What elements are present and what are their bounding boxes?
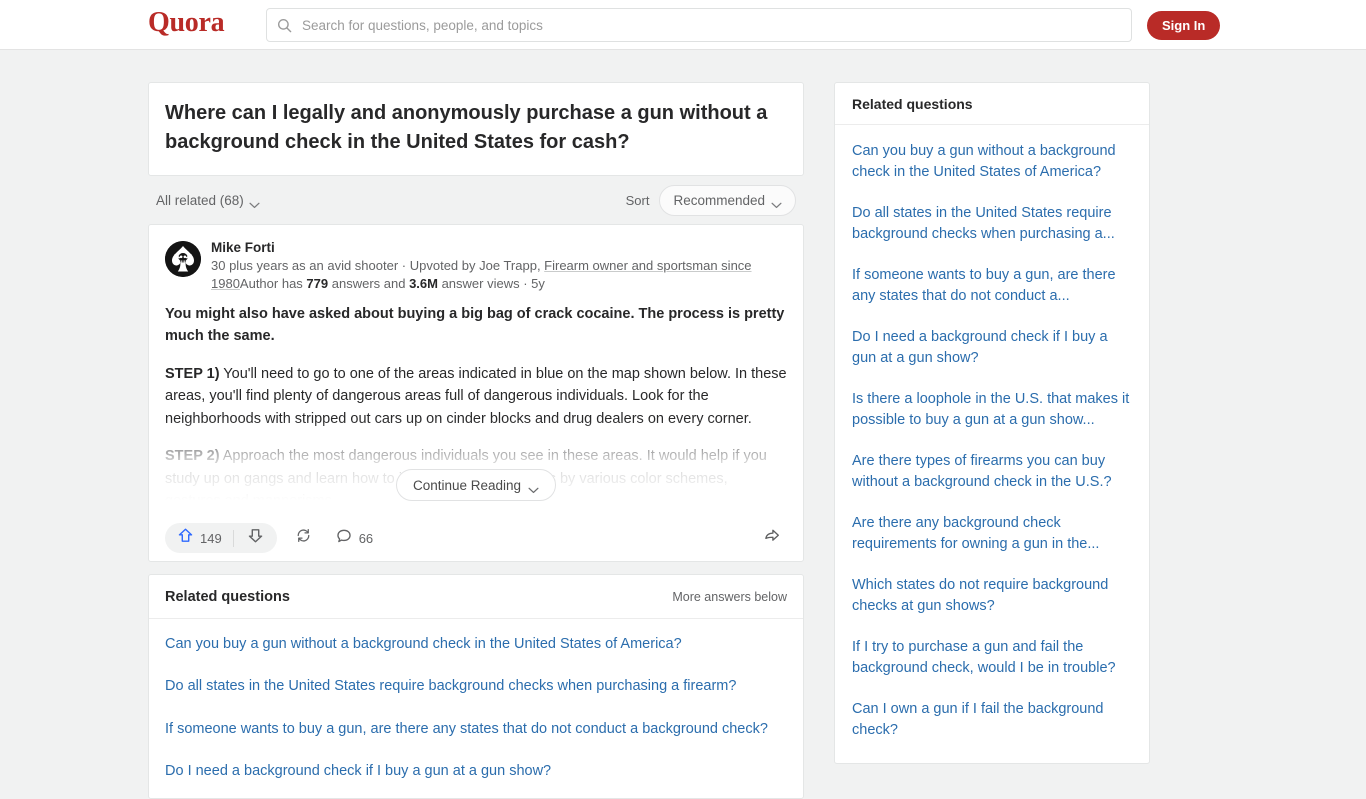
search-bar[interactable] [266, 8, 1132, 42]
site-header: Quora Sign In [0, 0, 1366, 50]
related-question-link[interactable]: Can you buy a gun without a background c… [165, 623, 787, 665]
related-question-link[interactable]: Do all states in the United States requi… [165, 665, 787, 707]
answer-paragraph: You might also have asked about buying a… [165, 306, 785, 345]
answer-content: Mike Forti 30 plus years as an avid shoo… [149, 225, 803, 515]
comment-bubble-icon [336, 528, 352, 549]
sidebar-item-question[interactable]: Are there any background check requireme… [852, 503, 1132, 565]
answer-action-bar: 149 66 [149, 515, 803, 561]
related-questions-title: Related questions [165, 588, 290, 605]
sidebar-header: Related questions [835, 83, 1149, 125]
repost-button[interactable] [285, 523, 322, 553]
upvote-button[interactable]: 149 [165, 523, 233, 553]
upvote-arrow-icon [177, 527, 194, 549]
sort-controls: Sort Recommended [625, 184, 796, 216]
all-related-filter[interactable]: All related (68) [156, 193, 260, 208]
step-text: You'll need to go to one of the areas in… [165, 365, 787, 427]
sidebar-related-questions-card: Related questions Can you buy a gun with… [834, 82, 1150, 765]
sidebar-list: Can you buy a gun without a background c… [835, 125, 1149, 763]
continue-reading-wrap: Continue Reading [165, 469, 787, 501]
repost-icon [295, 527, 312, 549]
sort-value: Recommended [673, 192, 765, 208]
continue-reading-label: Continue Reading [412, 477, 522, 493]
more-answers-below-label: More answers below [672, 589, 787, 604]
sort-label: Sort [625, 192, 650, 208]
sidebar-item-question[interactable]: Are there types of firearms you can buy … [852, 441, 1132, 503]
sidebar-item-question[interactable]: Is there a loophole in the U.S. that mak… [852, 379, 1132, 441]
author-credential: 30 plus years as an avid shooter · Upvot… [211, 257, 787, 293]
share-button[interactable] [757, 523, 787, 553]
upvoted-by-prefix: Upvoted by [409, 258, 480, 273]
downvote-button[interactable] [234, 523, 277, 553]
sidebar: Related questions Can you buy a gun with… [834, 82, 1150, 765]
author-name[interactable]: Mike Forti [211, 239, 787, 257]
credential-text: 30 plus years as an avid shooter [211, 258, 399, 273]
author-meta: Mike Forti 30 plus years as an avid shoo… [211, 239, 787, 293]
comment-button[interactable]: 66 [326, 523, 383, 553]
answer-timestamp: 5y [531, 276, 545, 291]
sign-in-button[interactable]: Sign In [1147, 11, 1221, 40]
related-question-link[interactable]: Do I need a background check if I buy a … [165, 750, 787, 792]
sidebar-item-question[interactable]: Do all states in the United States requi… [852, 193, 1132, 255]
credential-sep: · [398, 258, 410, 273]
related-question-link[interactable]: If someone wants to buy a gun, are there… [165, 708, 787, 750]
chevron-down-icon [771, 197, 782, 208]
sidebar-item-question[interactable]: If I try to purchase a gun and fail the … [852, 627, 1132, 689]
answer-card: Mike Forti 30 plus years as an avid shoo… [148, 224, 804, 562]
author-stats-prefix: Author has [239, 276, 307, 291]
upvoter-name[interactable]: Joe Trapp [479, 258, 537, 273]
search-input[interactable] [300, 16, 1121, 34]
search-icon [277, 18, 292, 33]
step-label: STEP 2) [165, 448, 220, 465]
all-related-label: All related (68) [156, 192, 244, 208]
answers-word: answers and [328, 276, 410, 291]
filter-sort-bar: All related (68) Sort Recommended [148, 176, 804, 224]
continue-reading-button[interactable]: Continue Reading [395, 469, 557, 501]
views-word: answer views [437, 276, 520, 291]
sidebar-item-question[interactable]: Do I need a background check if I buy a … [852, 317, 1132, 379]
answer-body: You might also have asked about buying a… [165, 303, 787, 515]
sidebar-item-question[interactable]: Which states do not require background c… [852, 565, 1132, 627]
share-arrow-icon [763, 527, 781, 550]
upvote-count: 149 [200, 530, 222, 546]
main-column: Where can I legally and anonymously purc… [148, 82, 804, 799]
page-title: Where can I legally and anonymously purc… [165, 102, 768, 153]
quora-logo[interactable]: Quora [148, 7, 225, 39]
question-card: Where can I legally and anonymously purc… [148, 82, 804, 176]
related-questions-card: Related questions More answers below Can… [148, 574, 804, 799]
related-questions-header: Related questions More answers below [149, 575, 803, 619]
answers-count: 779 [306, 276, 329, 291]
answer-paragraph: STEP 1) You'll need to go to one of the … [165, 363, 787, 430]
related-questions-list: Can you buy a gun without a background c… [149, 619, 803, 798]
sidebar-item-question[interactable]: Can you buy a gun without a background c… [852, 131, 1132, 193]
author-row: Mike Forti 30 plus years as an avid shoo… [165, 239, 787, 293]
sidebar-item-question[interactable]: If someone wants to buy a gun, are there… [852, 255, 1132, 317]
vote-pill: 149 [165, 523, 277, 553]
time-sep: · [519, 276, 532, 291]
sidebar-title: Related questions [852, 95, 973, 112]
views-count: 3.6M [409, 276, 438, 291]
sort-dropdown[interactable]: Recommended [659, 184, 796, 216]
comment-count: 66 [358, 530, 374, 546]
sidebar-item-question[interactable]: Can I own a gun if I fail the background… [852, 689, 1132, 751]
spade-skull-avatar-icon [165, 241, 201, 277]
avatar[interactable] [165, 241, 201, 277]
chevron-down-icon [528, 482, 539, 493]
step-label: STEP 1) [165, 365, 220, 382]
chevron-down-icon [249, 197, 260, 208]
downvote-arrow-icon [247, 527, 264, 549]
